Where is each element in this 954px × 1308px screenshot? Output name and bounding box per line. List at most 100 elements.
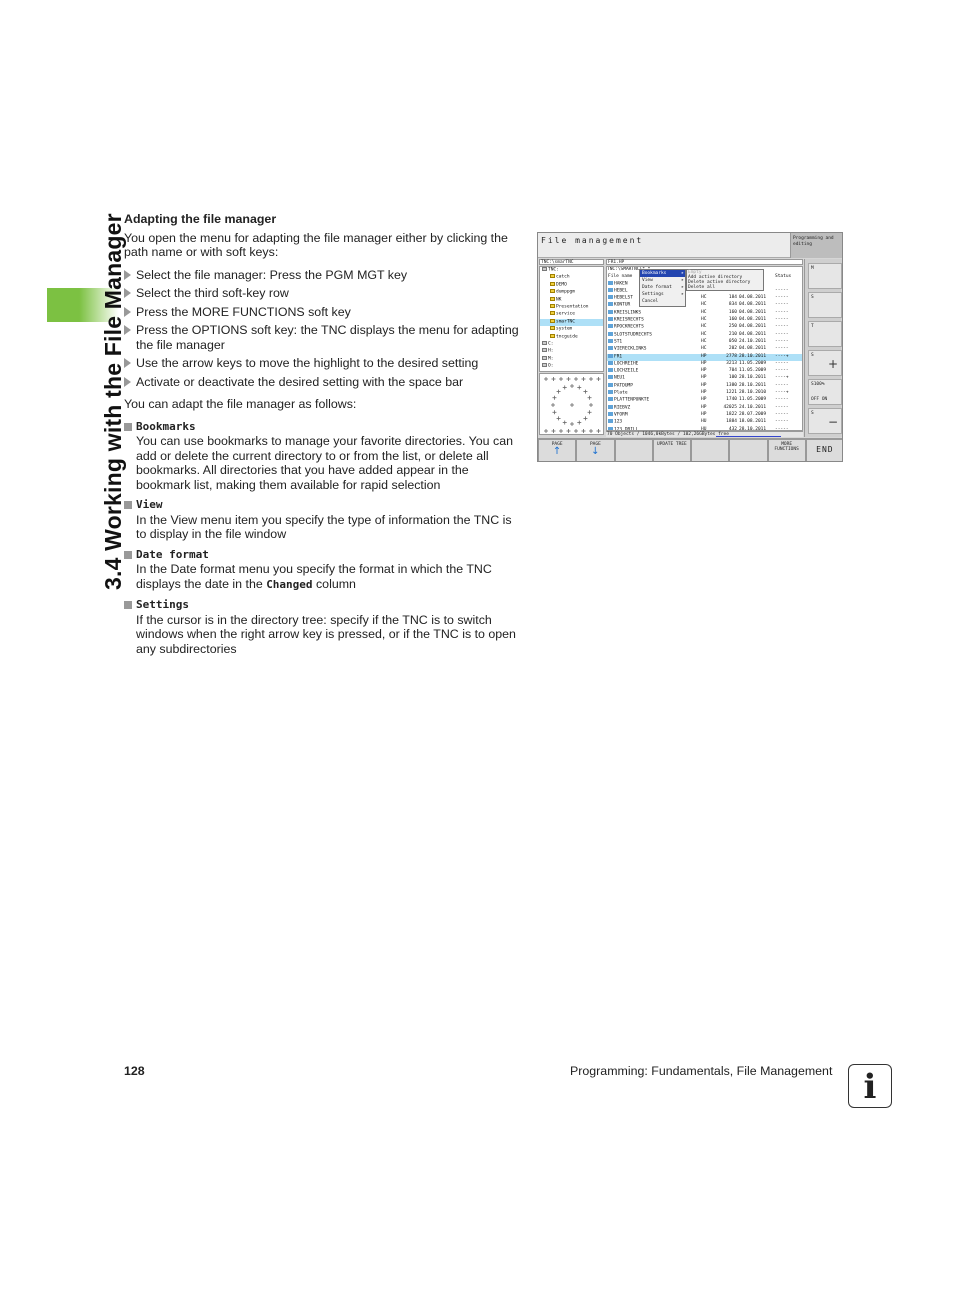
tree-node[interactable]: P: <box>540 370 603 371</box>
file-row[interactable]: KONTUR HC 834 04.08.2011 ----- <box>607 302 802 309</box>
file-row[interactable]: SLOTSTUDRECHTS HC 210 04.08.2011 ----- <box>607 331 802 339</box>
hole-marker <box>556 416 561 421</box>
tree-node[interactable]: NK <box>540 296 603 304</box>
tree-node[interactable]: DEMO <box>540 281 603 289</box>
machine-softkey[interactable]: T <box>808 321 842 347</box>
tree-node-label: C: <box>548 341 554 347</box>
drive-icon <box>542 267 547 271</box>
hole-marker <box>551 403 555 407</box>
off-on-toggle[interactable]: OFF ON <box>811 397 839 402</box>
tree-node[interactable]: service <box>540 311 603 318</box>
file-status: ----- <box>775 287 789 293</box>
folder-icon <box>550 304 555 309</box>
file-row[interactable]: RIEBVZ HP 42025 24.10.2011 ----- <box>607 404 802 412</box>
softkey-empty[interactable] <box>729 439 768 461</box>
tnc-screenshot: File management Programming and editing … <box>537 232 843 462</box>
file-size: 1884 <box>726 419 737 425</box>
menu-item[interactable]: View ▸ <box>640 277 685 284</box>
machine-softkey[interactable]: S100% OFF ON <box>808 379 842 405</box>
menu-item[interactable]: Settings ▸ <box>640 291 685 298</box>
info-icon: i <box>848 1064 892 1108</box>
tree-node[interactable]: O: <box>540 363 603 370</box>
hole-marker <box>544 377 548 381</box>
file-row[interactable]: VIERECKLINKS HC 202 04.08.2011 ----- <box>607 346 802 353</box>
file-icon <box>608 353 613 358</box>
file-row[interactable]: NEU1 HP 100 28.10.2011 ----+ <box>607 375 802 382</box>
softkey-page[interactable]: PAGE ↓ <box>576 439 615 461</box>
hole-marker <box>589 377 593 381</box>
hole-pattern-graphic <box>544 377 601 433</box>
file-icon <box>608 309 613 314</box>
file-path[interactable]: FR1.HP <box>606 259 803 265</box>
hole-marker <box>570 422 574 426</box>
menu-item[interactable]: Date format ▸ <box>640 284 685 291</box>
softkey-label: UPDATE TREE <box>656 442 687 447</box>
hole-marker <box>596 429 601 433</box>
softkey-label: T <box>811 324 814 329</box>
file-row[interactable]: RPOCKRECHTS HC 250 04.08.2011 ----- <box>607 324 802 331</box>
machine-softkey[interactable]: S <box>808 292 842 318</box>
tree-node[interactable]: TNC: <box>540 267 603 274</box>
file-row[interactable]: 123 HU 1884 18.08.2011 ----- <box>607 419 802 426</box>
tree-node[interactable]: H: <box>540 348 603 355</box>
tree-node[interactable]: catch <box>540 274 603 281</box>
tree-node[interactable]: smarTNC <box>540 318 603 327</box>
file-status: ----+ <box>775 390 789 396</box>
tree-node[interactable]: dumppgm <box>540 289 603 296</box>
file-status <box>775 281 799 288</box>
tree-node-label: H: <box>548 348 554 354</box>
softkey-empty[interactable] <box>691 439 730 461</box>
tree-node[interactable]: M: <box>540 355 603 363</box>
hole-marker <box>581 429 586 433</box>
options-menu[interactable]: Bookmarks ▸ View ▸ Date format ▸ Settings ▸ Canc… <box>639 269 686 307</box>
menu-item[interactable]: Cancel <box>640 298 685 305</box>
softkey-more-functions[interactable]: MORE FUNCTIONS <box>767 439 806 461</box>
program-preview <box>539 373 604 435</box>
file-icon <box>608 346 613 351</box>
feature-desc: In the View menu item you specify the ty… <box>136 512 512 542</box>
file-icon <box>608 324 613 329</box>
file-date: 18.08.2011 <box>739 419 767 425</box>
bookmarks-submenu[interactable]: Empty Add active directory Delete active d… <box>686 269 764 291</box>
hole-marker <box>552 410 557 415</box>
tree-node[interactable]: system <box>540 326 603 333</box>
tree-node[interactable]: tncguide <box>540 333 603 341</box>
file-row[interactable]: KREISLINKS HC 160 04.08.2011 ----- <box>607 309 802 317</box>
feature-term: Bookmarks <box>136 419 196 433</box>
file-status: ----- <box>775 419 789 425</box>
main-content: Adapting the file manager You open the m… <box>124 212 520 662</box>
chapter-title: 3.4 Working with the File Manager <box>100 213 126 590</box>
tree-node[interactable]: Presentation <box>540 304 603 311</box>
file-row[interactable]: FR1 HP 2778 28.10.2011 ----+ <box>607 353 802 361</box>
machine-softkey[interactable]: M <box>808 263 842 289</box>
directory-tree[interactable]: TNC: catch DEMO dumppgm NK Presentation servic… <box>539 266 604 372</box>
machine-softkey[interactable]: S − <box>808 408 842 434</box>
hole-marker <box>587 410 592 415</box>
tree-node-label: smarTNC <box>556 319 575 325</box>
softkey-empty[interactable] <box>614 439 653 461</box>
submenu-item[interactable]: Delete all <box>687 285 763 290</box>
folder-icon <box>550 296 555 301</box>
file-icon <box>608 382 613 387</box>
hole-marker <box>566 377 571 381</box>
file-name: NEU1 <box>607 375 701 382</box>
file-row[interactable]: PATDUMP HP 1380 28.10.2011 ----- <box>607 382 802 390</box>
step-list: Select the file manager: Press the PGM M… <box>124 268 520 390</box>
file-type: HU <box>701 419 707 425</box>
softkey-page[interactable]: PAGE ↑ <box>538 439 577 461</box>
file-row[interactable]: PLATTENPUNKTE HP 1740 11.05.2009 ----- <box>607 397 802 404</box>
file-type: HC <box>701 346 707 352</box>
tree-path[interactable]: TNC:\smarTNC <box>539 259 604 265</box>
column-header[interactable]: Status <box>775 274 799 281</box>
machine-softkeys: M S T S + S100% OFF ON S − <box>804 259 842 437</box>
hole-marker <box>583 416 588 421</box>
tree-node[interactable]: C: <box>540 341 603 348</box>
softkey-update-tree[interactable]: UPDATE TREE <box>652 439 691 461</box>
file-status: ----+ <box>775 375 789 381</box>
feature-item: Date format In the Date format menu you … <box>124 548 520 593</box>
machine-softkey[interactable]: S + <box>808 350 842 376</box>
hole-marker <box>562 420 567 425</box>
hole-marker <box>577 385 582 390</box>
menu-item[interactable]: Bookmarks ▸ <box>640 270 685 277</box>
softkey-end[interactable]: END <box>805 439 842 461</box>
